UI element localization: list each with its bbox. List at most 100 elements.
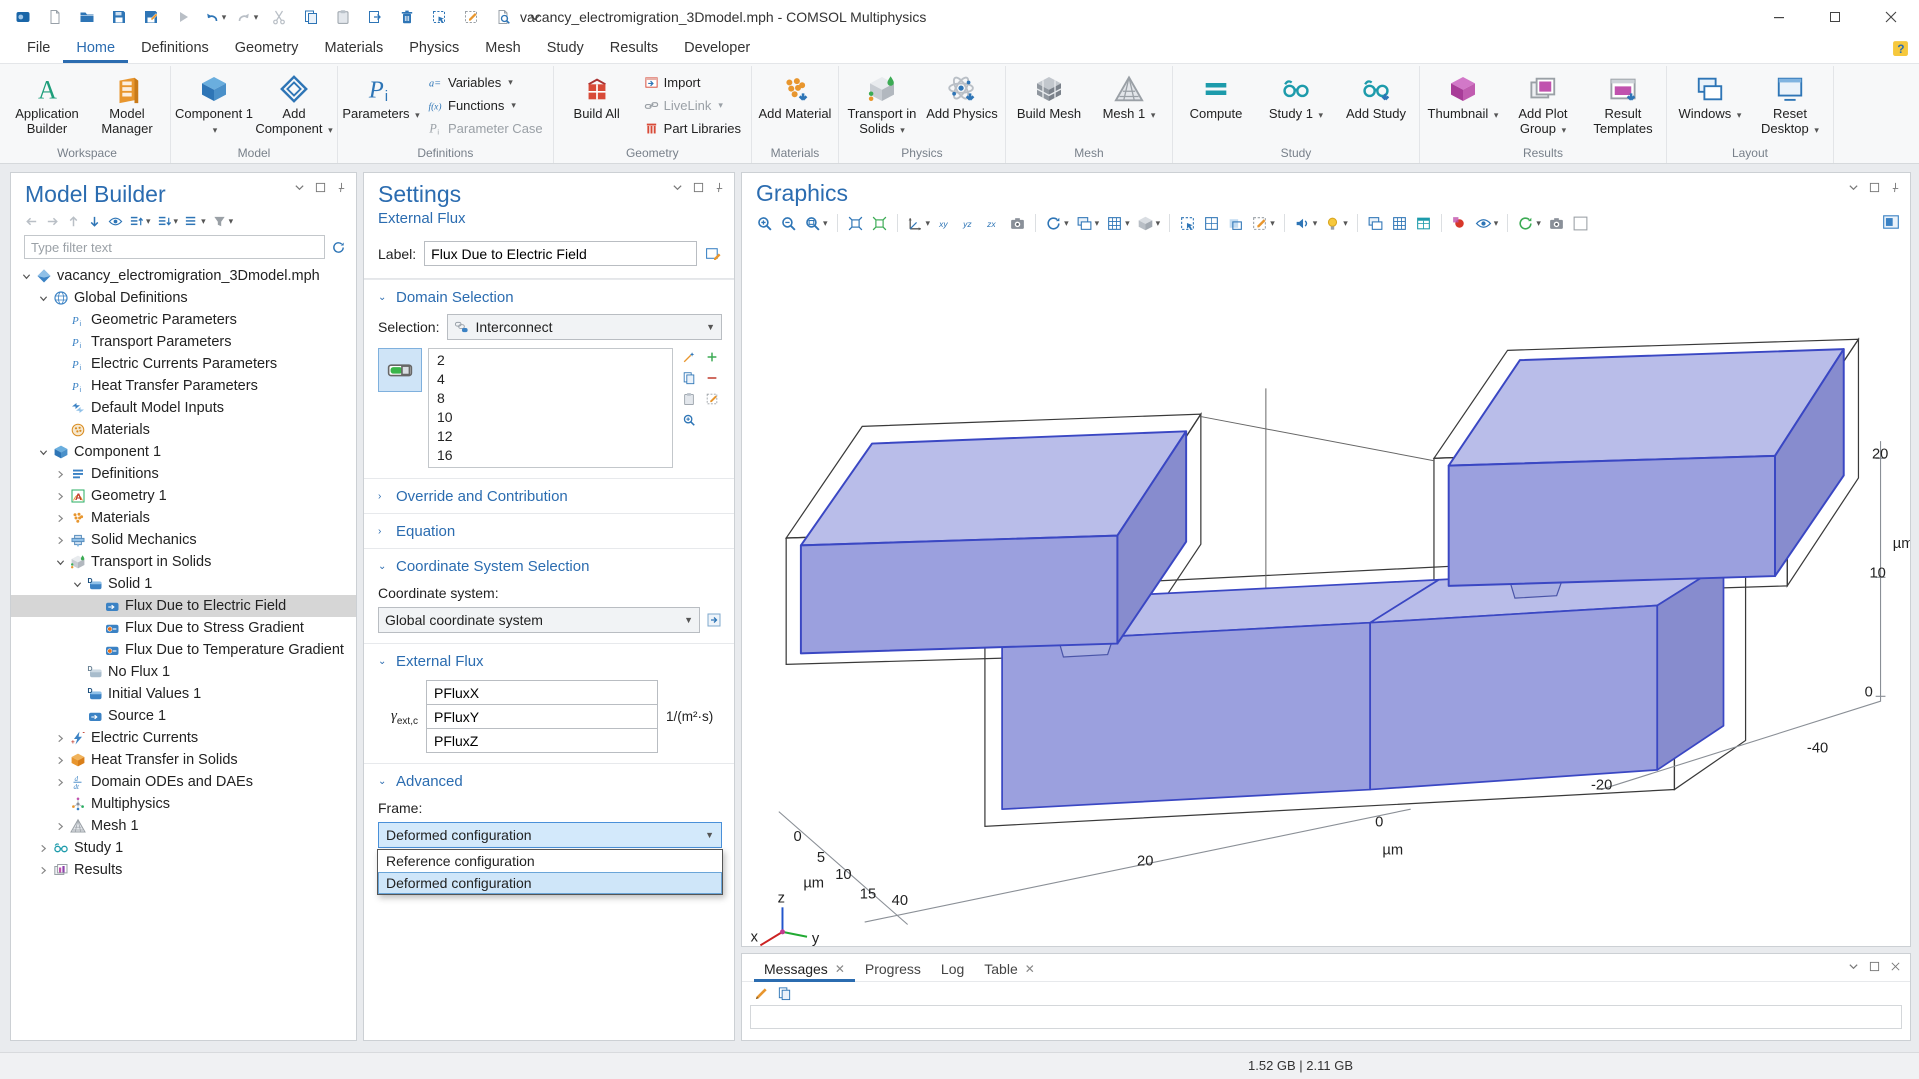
domain-selection-list[interactable]: 248101216 xyxy=(428,348,673,468)
tree-item-solid-1[interactable]: DSolid 1 xyxy=(11,573,356,595)
flux-input-z[interactable] xyxy=(426,728,658,753)
paste-icon[interactable] xyxy=(328,3,358,31)
menu-tab-home[interactable]: Home xyxy=(63,34,128,63)
flux-input-y[interactable] xyxy=(426,704,658,729)
show-icon[interactable] xyxy=(108,214,123,229)
plot-grid-icon[interactable] xyxy=(1389,212,1410,234)
section-override[interactable]: ›Override and Contribution xyxy=(364,478,734,513)
tree-expander-icon[interactable] xyxy=(53,558,68,567)
tree-item-heat-transfer-in-solids[interactable]: Heat Transfer in Solids xyxy=(11,749,356,771)
domain-item[interactable]: 16 xyxy=(437,446,664,465)
tree-item-initial-values-1[interactable]: DInitial Values 1 xyxy=(11,683,356,705)
zoom-to-selection-icon[interactable] xyxy=(869,212,890,234)
panel-pin-icon[interactable] xyxy=(1888,180,1902,194)
table-icon[interactable] xyxy=(1413,212,1434,234)
close-tab-icon[interactable]: ✕ xyxy=(1025,962,1035,976)
panel-menu-icon[interactable] xyxy=(670,180,684,194)
ribbon-button-part-libraries[interactable]: Part Libraries xyxy=(641,120,744,137)
zoom-out-icon[interactable] xyxy=(778,212,799,234)
refresh-icon[interactable] xyxy=(331,240,346,255)
ribbon-button-parameter-case[interactable]: PiParameter Case xyxy=(425,120,546,137)
select-options-icon[interactable]: ▾ xyxy=(1249,212,1277,234)
ribbon-button-import[interactable]: Import xyxy=(641,74,744,91)
ribbon-button-add-physics[interactable]: Add Physics xyxy=(922,66,1002,145)
menu-tab-physics[interactable]: Physics xyxy=(396,34,472,63)
tree-expander-icon[interactable] xyxy=(53,778,68,787)
nav-back-icon[interactable] xyxy=(24,214,39,229)
menu-tab-study[interactable]: Study xyxy=(534,34,597,63)
zoom-box-icon[interactable]: ▾ xyxy=(802,212,830,234)
close-button[interactable] xyxy=(1863,0,1919,34)
open-icon[interactable] xyxy=(72,3,102,31)
tree-item-component-1[interactable]: Component 1 xyxy=(11,441,356,463)
panel-pin-icon[interactable] xyxy=(712,180,726,194)
section-advanced[interactable]: ⌄Advanced xyxy=(364,763,734,798)
view-camera-icon[interactable] xyxy=(1007,212,1028,234)
image-options-icon[interactable]: ▾ xyxy=(1104,212,1132,234)
ribbon-button-thumbnail[interactable]: Thumbnail ▾ xyxy=(1423,66,1503,145)
save-icon[interactable] xyxy=(104,3,134,31)
messages-tab-log[interactable]: Log xyxy=(931,955,974,982)
panel-float-icon[interactable] xyxy=(691,180,705,194)
section-domain-selection[interactable]: ⌄Domain Selection xyxy=(364,279,734,314)
menu-tab-developer[interactable]: Developer xyxy=(671,34,763,63)
selection-dropdown[interactable]: Interconnect ▼ xyxy=(447,314,722,340)
maximize-button[interactable] xyxy=(1807,0,1863,34)
find-icon[interactable] xyxy=(488,3,518,31)
new-file-icon[interactable] xyxy=(40,3,70,31)
panel-float-icon[interactable] xyxy=(1867,959,1881,973)
view-zx-icon[interactable]: zx xyxy=(983,212,1004,234)
tree-expander-icon[interactable] xyxy=(36,448,51,457)
tree-expander-icon[interactable] xyxy=(53,734,68,743)
tree-item-default-model-inputs[interactable]: Default Model Inputs xyxy=(11,397,356,419)
panel-float-icon[interactable] xyxy=(1867,180,1881,194)
ribbon-button-add-plot-group[interactable]: Add Plot Group ▾ xyxy=(1503,66,1583,145)
panel-float-icon[interactable] xyxy=(313,180,327,194)
ribbon-button-parameters[interactable]: PiParameters ▾ xyxy=(341,66,421,145)
tree-item-transport-in-solids[interactable]: Transport in Solids xyxy=(11,551,356,573)
plot-tools-icon[interactable] xyxy=(1882,213,1900,231)
tree-expander-icon[interactable] xyxy=(19,272,34,281)
messages-content[interactable] xyxy=(750,1005,1902,1029)
tree-expander-icon[interactable] xyxy=(53,470,68,479)
redo-icon[interactable]: ▾ xyxy=(232,3,262,31)
go-to-default-view-icon[interactable]: ▾ xyxy=(905,212,933,234)
copy-icon[interactable] xyxy=(296,3,326,31)
tree-item-flux-due-to-stress-gradient[interactable]: Flux Due to Stress Gradient xyxy=(11,617,356,639)
tree-item-global-definitions[interactable]: Global Definitions xyxy=(11,287,356,309)
zoom-to-selection-icon[interactable] xyxy=(679,411,699,429)
tree-item-flux-due-to-electric-field[interactable]: Flux Due to Electric Field xyxy=(11,595,356,617)
domain-item[interactable]: 2 xyxy=(437,351,664,370)
tree-expander-icon[interactable] xyxy=(36,844,51,853)
messages-tab-progress[interactable]: Progress xyxy=(855,955,931,982)
split-window-icon[interactable] xyxy=(1365,212,1386,234)
hide-options-icon[interactable]: ▾ xyxy=(1473,212,1501,234)
tree-item-domain-odes-and-daes[interactable]: ddtDomain ODEs and DAEs xyxy=(11,771,356,793)
panel-menu-icon[interactable] xyxy=(1846,180,1860,194)
tree-item-geometry-1[interactable]: AGeometry 1 xyxy=(11,485,356,507)
section-coordinate-system[interactable]: ⌄Coordinate System Selection xyxy=(364,548,734,583)
undo-icon[interactable]: ▾ xyxy=(200,3,230,31)
filter-icon[interactable]: ▾ xyxy=(212,214,234,229)
panel-menu-icon[interactable] xyxy=(1846,959,1860,973)
ribbon-button-study-1[interactable]: Study 1 ▾ xyxy=(1256,66,1336,145)
view-xy-icon[interactable]: xy xyxy=(935,212,956,234)
create-selection-icon[interactable] xyxy=(679,348,699,366)
frame-dropdown[interactable]: Deformed configuration ▼ xyxy=(378,822,722,848)
menu-tab-materials[interactable]: Materials xyxy=(311,34,396,63)
close-tab-icon[interactable]: ✕ xyxy=(835,962,845,976)
zoom-in-icon[interactable] xyxy=(754,212,775,234)
render-options-icon[interactable]: ▾ xyxy=(1135,212,1163,234)
save-as-icon[interactable] xyxy=(136,3,166,31)
add-to-selection-icon[interactable] xyxy=(702,348,722,366)
section-external-flux[interactable]: ⌄External Flux xyxy=(364,643,734,678)
tree-item-solid-mechanics[interactable]: Solid Mechanics xyxy=(11,529,356,551)
tree-item-electric-currents-parameters[interactable]: PiElectric Currents Parameters xyxy=(11,353,356,375)
update-plot-icon[interactable]: ▾ xyxy=(1515,212,1543,234)
tree-item-mesh-1[interactable]: Mesh 1 xyxy=(11,815,356,837)
messages-tab-messages[interactable]: Messages✕ xyxy=(754,955,855,982)
tree-item-study-1[interactable]: Study 1 xyxy=(11,837,356,859)
comsol-logo[interactable] xyxy=(8,3,38,31)
tree-item-geometric-parameters[interactable]: PiGeometric Parameters xyxy=(11,309,356,331)
tree-filter-input[interactable] xyxy=(24,235,325,259)
